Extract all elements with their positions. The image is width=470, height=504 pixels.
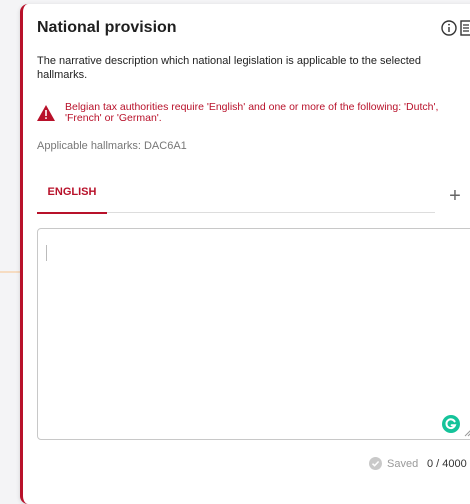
warning-text: Belgian tax authorities require 'English… (65, 101, 439, 124)
character-counter: 0 / 4000 (427, 458, 467, 470)
add-language-button[interactable]: + (445, 186, 465, 206)
warning-icon (37, 105, 55, 121)
saved-status: Saved (387, 458, 419, 470)
national-provision-card: National provision The narrative descrip… (20, 4, 470, 504)
grammarly-icon[interactable] (442, 415, 460, 433)
resize-handle-icon[interactable] (464, 429, 470, 437)
tab-english[interactable]: ENGLISH (37, 182, 107, 214)
info-icon[interactable] (441, 20, 457, 36)
warning-message: Belgian tax authorities require 'English… (37, 102, 467, 132)
card-description: The narrative description which national… (37, 55, 422, 81)
text-caret (46, 245, 47, 261)
card-title: National provision (37, 19, 177, 36)
tabs-divider (107, 212, 435, 213)
document-icon[interactable] (460, 20, 470, 36)
applicable-hallmarks: Applicable hallmarks: DAC6A1 (37, 140, 187, 152)
editor-footer: Saved 0 / 4000 (353, 456, 470, 472)
narrative-editor[interactable] (37, 228, 470, 440)
check-circle-icon (369, 457, 382, 470)
